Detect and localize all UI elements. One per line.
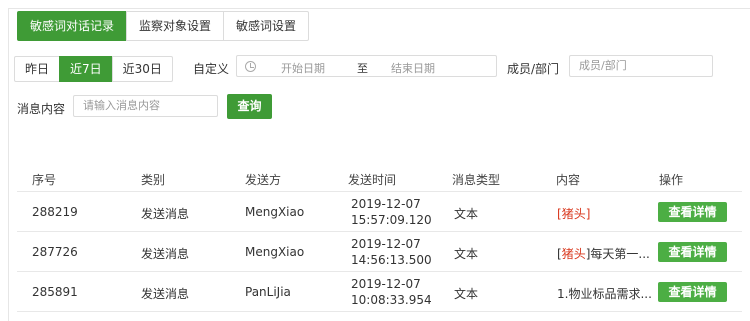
custom-range-label: 自定义 (193, 62, 230, 76)
clock-icon (245, 61, 256, 72)
tab-monitor-settings[interactable]: 监察对象设置 (126, 11, 225, 41)
row-category: 发送消息 (141, 207, 190, 221)
period-toggle: 昨日 近7日 近30日 (14, 56, 173, 82)
col-header-category: 类别 (141, 173, 166, 187)
start-date-input[interactable]: 开始日期 (281, 60, 325, 76)
period-30days[interactable]: 近30日 (111, 56, 173, 82)
member-label: 成员/部门 (507, 62, 560, 76)
table-row: 288219 发送消息 MengXiao 2019-12-07 15:57:09… (17, 192, 742, 232)
row-sender: MengXiao (245, 205, 305, 219)
row-content: 1.物业标品需求... (557, 285, 657, 302)
top-tabs: 敏感词对话记录 监察对象设置 敏感词设置 (17, 11, 310, 41)
row-id: 288219 (32, 205, 78, 219)
content-suffix: ] (585, 207, 591, 221)
row-time: 2019-12-07 14:56:13.500 (351, 237, 432, 267)
date-range-picker[interactable]: 开始日期 至 结束日期 (236, 55, 497, 77)
row-type: 文本 (454, 247, 479, 261)
range-separator: 至 (357, 62, 368, 75)
tab-sensitive-records[interactable]: 敏感词对话记录 (17, 11, 128, 41)
col-header-sender: 发送方 (245, 173, 282, 187)
sensitive-keyword: 猪头 (561, 247, 586, 261)
content-suffix: ]每天第一... (585, 247, 650, 261)
row-type: 文本 (454, 287, 479, 301)
member-input[interactable]: 成员/部门 (569, 55, 713, 77)
col-header-time: 发送时间 (348, 173, 397, 187)
row-sender: PanLiJia (245, 285, 291, 299)
period-7days[interactable]: 近7日 (59, 56, 113, 82)
row-content: [猪头] (557, 205, 590, 222)
table-row: 287726 发送消息 MengXiao 2019-12-07 14:56:13… (17, 232, 742, 272)
content-prefix: 1.物业标品需求... (557, 287, 652, 301)
col-header-content: 内容 (556, 173, 581, 187)
row-sender: MengXiao (245, 245, 305, 259)
row-id: 285891 (32, 285, 78, 299)
view-detail-button[interactable]: 查看详情 (658, 282, 727, 302)
records-table: 序号 类别 发送方 发送时间 消息类型 内容 操作 288219 发送消息 Me… (17, 164, 742, 312)
row-id: 287726 (32, 245, 78, 259)
view-detail-button[interactable]: 查看详情 (658, 242, 727, 262)
period-yesterday[interactable]: 昨日 (14, 56, 61, 82)
sensitive-keyword: 猪头 (561, 207, 586, 221)
end-date-input[interactable]: 结束日期 (391, 60, 435, 76)
row-content: [猪头]每天第一... (557, 245, 657, 262)
row-type: 文本 (454, 207, 479, 221)
view-detail-button[interactable]: 查看详情 (658, 202, 727, 222)
row-time: 2019-12-07 10:08:33.954 (351, 277, 432, 307)
table-row: 285891 发送消息 PanLiJia 2019-12-07 10:08:33… (17, 272, 742, 312)
col-header-type: 消息类型 (452, 173, 501, 187)
content-label: 消息内容 (17, 102, 66, 116)
content-input[interactable]: 请输入消息内容 (73, 95, 218, 117)
table-header: 序号 类别 发送方 发送时间 消息类型 内容 操作 (17, 164, 742, 192)
col-header-id: 序号 (32, 173, 57, 187)
row-time: 2019-12-07 15:57:09.120 (351, 197, 432, 227)
tab-sensitive-word-settings[interactable]: 敏感词设置 (223, 11, 310, 41)
row-category: 发送消息 (141, 287, 190, 301)
query-button[interactable]: 查询 (227, 94, 272, 119)
col-header-action: 操作 (659, 173, 684, 187)
row-category: 发送消息 (141, 247, 190, 261)
